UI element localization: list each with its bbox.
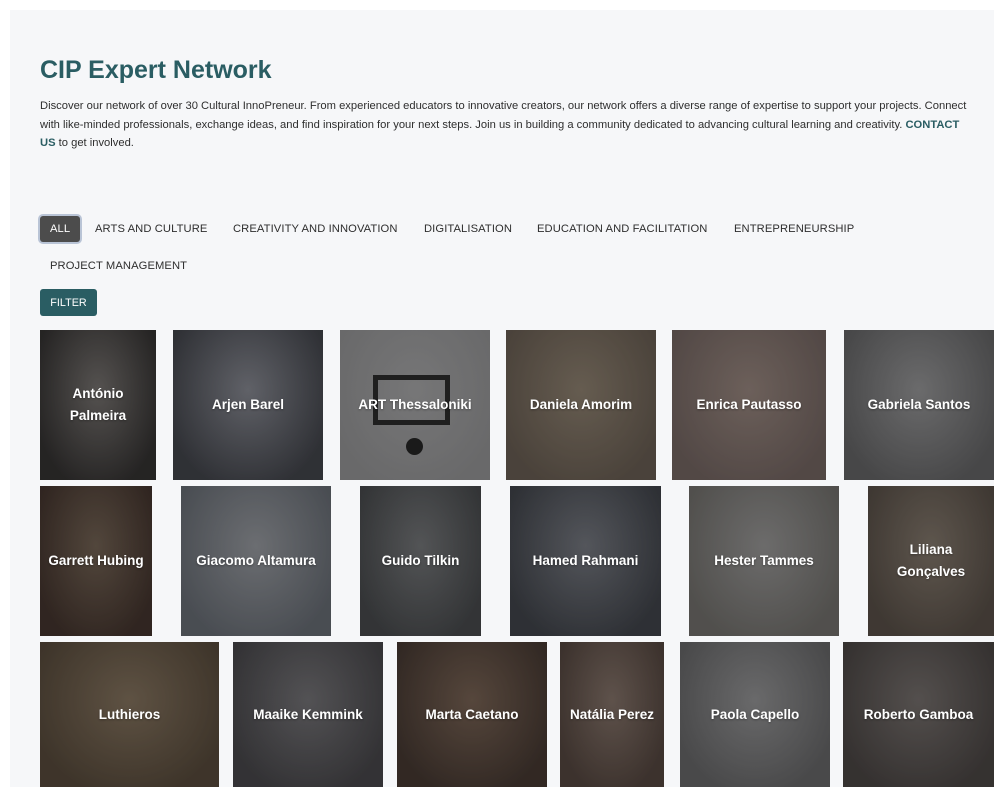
expert-name: António Palmeira: [69, 386, 127, 423]
filter-chip-project-management[interactable]: PROJECT MANAGEMENT: [50, 253, 187, 279]
logo-dot-shape: [406, 438, 423, 455]
expert-card-arjen-barel[interactable]: Arjen Barel: [173, 330, 323, 480]
filter-chip-all[interactable]: ALL: [40, 216, 81, 242]
filter-chip-creativity-and-innovation[interactable]: CREATIVITY AND INNOVATION: [233, 216, 398, 242]
expert-name: Roberto Gamboa: [863, 706, 974, 722]
expert-card-maaike-kemmink[interactable]: Maaike Kemmink: [233, 642, 383, 787]
expert-name: Guido Tilkin: [381, 553, 460, 568]
expert-card-marta-caetano[interactable]: Marta Caetano: [397, 642, 547, 787]
expert-name: Maaike Kemmink: [253, 706, 363, 722]
filter-chip-entrepreneurship[interactable]: ENTREPRENEURSHIP: [734, 216, 854, 242]
expert-card-daniela-amorim[interactable]: Daniela Amorim: [506, 330, 656, 480]
page: CIP Expert Network Discover our network …: [10, 10, 994, 787]
expert-card-roberto-gamboa[interactable]: Roberto Gamboa: [843, 642, 994, 787]
page-title: CIP Expert Network: [40, 56, 272, 84]
filter-button[interactable]: FILTER: [40, 289, 97, 316]
expert-name: Luthieros: [98, 706, 161, 722]
filter-chip-arts-and-culture[interactable]: ARTS AND CULTURE: [95, 216, 207, 242]
expert-card-paola-capello[interactable]: Paola Capello: [680, 642, 830, 787]
expert-card-gabriela-santos[interactable]: Gabriela Santos: [844, 330, 994, 480]
expert-name: Enrica Pautasso: [696, 397, 802, 412]
expert-name: Hester Tammes: [714, 553, 814, 568]
expert-card-enrica-pautasso[interactable]: Enrica Pautasso: [672, 330, 826, 480]
expert-name: Marta Caetano: [425, 706, 519, 722]
intro-cta-suffix: to get involved.: [58, 137, 134, 149]
expert-name: Arjen Barel: [211, 397, 285, 412]
expert-name: Gabriela Santos: [867, 397, 971, 412]
expert-name: Giacomo Altamura: [196, 553, 316, 568]
intro-text: Discover our network of over 30 Cultural…: [40, 100, 967, 131]
expert-name: Liliana Gonçalves: [896, 542, 966, 579]
expert-card-natalia-perez[interactable]: Natália Perez: [560, 642, 664, 787]
expert-card-luthieros[interactable]: Luthieros: [40, 642, 219, 787]
expert-card-garrett-hubing[interactable]: Garrett Hubing: [40, 486, 152, 636]
expert-card-hamed-rahmani[interactable]: Hamed Rahmani: [510, 486, 661, 636]
expert-card-liliana-goncalves[interactable]: Liliana Gonçalves: [868, 486, 994, 636]
expert-name: Garrett Hubing: [48, 553, 144, 568]
intro-paragraph: Discover our network of over 30 Cultural…: [40, 97, 975, 153]
expert-card-art-thessaloniki[interactable]: ART Thessaloniki: [340, 330, 490, 480]
expert-name: Natália Perez: [569, 706, 655, 722]
expert-name: Paola Capello: [710, 706, 800, 722]
expert-card-hester-tammes[interactable]: Hester Tammes: [689, 486, 839, 636]
expert-name: Daniela Amorim: [529, 397, 633, 412]
expert-card-giacomo-altamura[interactable]: Giacomo Altamura: [181, 486, 331, 636]
expert-name: Hamed Rahmani: [532, 553, 639, 568]
filter-chip-education-and-facilitation[interactable]: EDUCATION AND FACILITATION: [537, 216, 707, 242]
expert-card-antonio-palmeira[interactable]: António Palmeira: [40, 330, 156, 480]
expert-name: ART Thessaloniki: [358, 397, 472, 412]
filter-chip-digitalisation[interactable]: DIGITALISATION: [424, 216, 512, 242]
expert-card-guido-tilkin[interactable]: Guido Tilkin: [360, 486, 481, 636]
